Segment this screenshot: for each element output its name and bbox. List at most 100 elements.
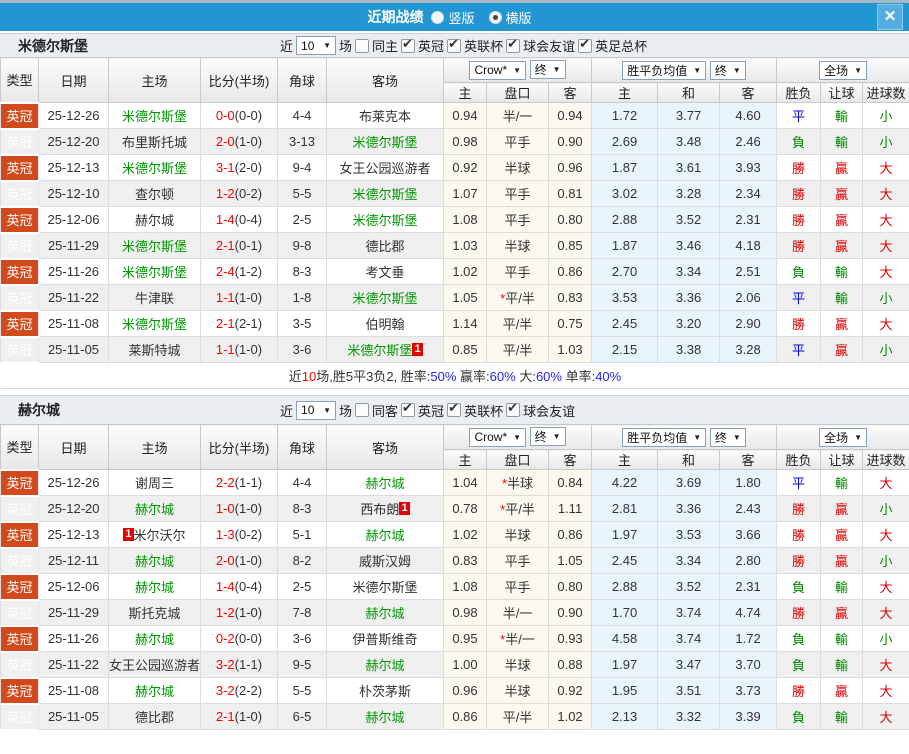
avg-odds-select[interactable]: 胜平负均值 ▼ [622,60,707,80]
handicap-value: 平手 [504,554,531,569]
league-badge: 英冠 [0,650,39,678]
team-name: 赫尔城 [134,554,174,569]
results-table: 类型 日期 主场 比分(半场) 角球 客场 Crow* ▼ 终 ▼ 胜平负均值 ▼ 终 ▼ 全场 ▼ 主盘口… [0,424,909,730]
away-odds: 0.80 [547,573,593,600]
period-select[interactable]: 全场 ▼ [819,427,867,447]
competition-checkbox-0[interactable]: ✔ [401,401,416,417]
same-venue-checkbox[interactable] [355,403,370,417]
match-count-select[interactable]: 10 ▼ [296,400,337,420]
competition-checkbox-2[interactable]: ✔ [506,36,521,53]
team-name: 伯明翰 [365,317,405,332]
team-name: 女王公园巡游者 [339,161,431,176]
odds-time-select[interactable]: 终 ▼ [529,427,566,447]
close-button[interactable]: ✕ [877,4,903,30]
handicap-cell: 半球 [486,154,549,181]
away-team-cell: 朴茨茅斯 [326,677,444,704]
team-name: 赫尔城 [134,502,174,517]
away-team-cell: 赫尔城 [326,703,444,730]
handicap-value: 平手 [504,265,531,280]
competition-checkbox-3[interactable]: ✔ [578,35,593,53]
fulltime-score: 1-1 [215,290,235,305]
avg-home-odds: 2.15 [591,336,659,363]
match-row: 英冠 25-11-22 女王公园巡游者 3-2(1-1) 9-5 赫尔城 1.00 半球 0.8… [0,650,909,678]
checkmark-icon: ✔ [579,35,590,51]
result-verdict: 負 [776,651,822,678]
handicap-cell: *平/半 [486,284,549,311]
handicap-verdict: 贏 [820,521,864,548]
handicap-verdict: 贏 [820,206,864,233]
competition-label-2: 球会友谊 [523,403,576,419]
home-odds: 1.02 [443,521,487,548]
competition-checkbox-1[interactable]: ✔ [447,401,462,417]
odds-time-select[interactable]: 终 ▼ [529,60,566,80]
avg-draw-odds: 3.38 [657,336,721,363]
layout-radio-1[interactable] [488,10,502,24]
handicap-cell: 平手 [486,573,549,600]
chevron-down-icon: ▼ [552,65,561,75]
avg-odds-select[interactable]: 胜平负均值 ▼ [622,427,707,447]
team-name: 米德尔斯堡 [352,187,418,202]
avg-home-odds: 3.53 [591,284,659,311]
match-date: 25-11-26 [38,258,109,285]
corner-score: 5-5 [277,677,327,704]
away-odds: 0.93 [547,625,593,652]
avg-home-odds: 2.81 [591,495,659,522]
header-row-groups: 类型 日期 主场 比分(半场) 角球 客场 Crow* ▼ 终 ▼ 胜平负均值 ▼ 终 ▼ 全场 ▼ [0,424,909,470]
avg-time-select[interactable]: 终 ▼ [709,60,746,80]
match-date: 25-12-11 [38,547,109,574]
away-odds: 0.86 [547,521,593,548]
away-odds: 0.83 [547,284,593,311]
handicap-verdict: 輸 [820,651,864,678]
popup-title: 近期战绩 [367,9,424,25]
home-odds: 1.08 [443,573,487,600]
handicap-verdict: 輸 [820,102,864,129]
verdict-group-header: 全场 ▼ [776,424,909,450]
sub-header-5: 客 [719,82,778,103]
avg-time-select[interactable]: 终 ▼ [709,427,746,447]
avg-home-odds: 4.58 [591,625,659,652]
home-team-cell: 查尔顿 [108,180,201,207]
home-odds: 0.85 [443,336,487,363]
layout-radio-0[interactable] [431,10,445,24]
avg-home-odds: 1.97 [591,521,659,548]
home-team-cell: 1 米尔沃尔 [108,521,201,548]
league-badge: 英冠 [0,598,39,626]
verdict-group-header: 全场 ▼ [776,57,909,83]
match-date: 25-11-29 [38,599,109,626]
avg-draw-odds: 3.20 [657,310,721,337]
competition-label-1: 英联杯 [464,39,504,54]
goals-verdict: 大 [862,180,909,207]
avg-draw-odds: 3.47 [657,651,721,678]
competition-checkbox-1[interactable]: ✔ [447,36,462,53]
away-odds: 0.75 [547,310,593,337]
competition-label-0: 英冠 [418,403,445,419]
header-row-groups: 类型 日期 主场 比分(半场) 角球 客场 Crow* ▼ 终 ▼ 胜平负均值 ▼ 终 ▼ 全场 ▼ [0,57,909,103]
odds-source-select[interactable]: Crow* ▼ [469,60,527,80]
score-cell: 1-0(1-0) [200,495,278,522]
fulltime-score: 2-0 [215,134,235,149]
chevron-down-icon: ▼ [513,65,522,75]
match-date: 25-12-20 [38,495,109,522]
score-cell: 1-3(0-2) [200,521,278,548]
corner-score: 7-8 [277,599,327,626]
period-select[interactable]: 全场 ▼ [819,60,867,80]
match-date: 25-11-26 [38,625,109,652]
home-odds: 0.94 [443,102,487,129]
home-team-cell: 米德尔斯堡 [108,258,201,285]
sub-header-5: 客 [719,449,778,470]
fulltime-score: 1-4 [215,579,235,594]
goals-verdict: 小 [862,284,909,311]
handicap-verdict: 輸 [820,258,864,285]
away-team-cell: 米德尔斯堡 [326,573,444,600]
corner-score: 3-5 [277,310,327,337]
same-venue-checkbox[interactable] [355,38,370,53]
competition-checkbox-2[interactable]: ✔ [506,401,521,417]
handicap-verdict: 輸 [820,284,864,311]
competition-checkbox-0[interactable]: ✔ [401,36,416,53]
match-count-select[interactable]: 10 ▼ [296,36,337,55]
odds-source-select[interactable]: Crow* ▼ [469,427,527,447]
avg-draw-odds: 3.34 [657,547,721,574]
away-team-cell: 西布朗 1 [326,495,444,522]
handicap-value: 半/一 [502,606,533,621]
corner-score: 3-6 [277,625,327,652]
